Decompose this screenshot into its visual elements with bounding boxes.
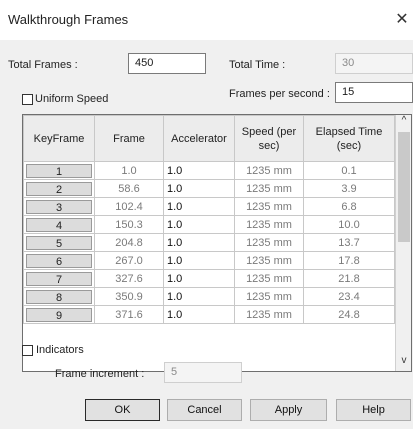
scroll-up-icon[interactable]: ^	[396, 115, 411, 131]
ok-button[interactable]: OK	[85, 399, 160, 421]
keyframe-number: 2	[26, 181, 92, 196]
keyframe-number: 6	[26, 253, 92, 268]
indicators-label[interactable]: Indicators	[36, 344, 84, 356]
frame-cell: 267.0	[94, 251, 164, 270]
speed-cell: 1235 mm	[234, 233, 304, 252]
keyframe-cell[interactable]: 2	[23, 179, 95, 198]
accelerator-cell[interactable]: 1.0	[163, 197, 235, 216]
table-row: 9 371.6 1.0 1235 mm 24.8	[23, 305, 395, 324]
elapsed-time-cell: 6.8	[303, 197, 395, 216]
keyframes-table: KeyFrame Frame Accelerator Speed (per se…	[22, 114, 412, 372]
keyframes-grid: KeyFrame Frame Accelerator Speed (per se…	[23, 115, 395, 324]
elapsed-time-cell: 13.7	[303, 233, 395, 252]
speed-cell: 1235 mm	[234, 161, 304, 180]
keyframe-number: 4	[26, 217, 92, 232]
table-row: 2 58.6 1.0 1235 mm 3.9	[23, 179, 395, 198]
keyframe-number: 1	[26, 163, 92, 178]
table-row: 1 1.0 1.0 1235 mm 0.1	[23, 161, 395, 180]
speed-cell: 1235 mm	[234, 251, 304, 270]
frame-cell: 150.3	[94, 215, 164, 234]
frame-cell: 102.4	[94, 197, 164, 216]
accelerator-cell[interactable]: 1.0	[163, 179, 235, 198]
total-frames-label: Total Frames :	[8, 59, 78, 71]
frame-cell: 1.0	[94, 161, 164, 180]
keyframe-cell[interactable]: 6	[23, 251, 95, 270]
frame-cell: 327.6	[94, 269, 164, 288]
table-row: 8 350.9 1.0 1235 mm 23.4	[23, 287, 395, 306]
frame-cell: 204.8	[94, 233, 164, 252]
title-bar: Walkthrough Frames ✕	[0, 0, 413, 40]
total-time-label: Total Time :	[229, 59, 286, 71]
keyframe-number: 5	[26, 235, 92, 250]
elapsed-time-cell: 10.0	[303, 215, 395, 234]
keyframe-cell[interactable]: 8	[23, 287, 95, 306]
keyframe-number: 9	[26, 307, 92, 322]
elapsed-time-cell: 23.4	[303, 287, 395, 306]
keyframe-cell[interactable]: 3	[23, 197, 95, 216]
keyframe-number: 7	[26, 271, 92, 286]
elapsed-time-cell: 17.8	[303, 251, 395, 270]
keyframe-cell[interactable]: 5	[23, 233, 95, 252]
speed-cell: 1235 mm	[234, 197, 304, 216]
close-icon[interactable]: ✕	[395, 9, 409, 29]
accelerator-cell[interactable]: 1.0	[163, 269, 235, 288]
col-header-elapsed-time[interactable]: Elapsed Time (sec)	[303, 115, 395, 162]
scroll-thumb[interactable]	[398, 132, 410, 242]
elapsed-time-cell: 21.8	[303, 269, 395, 288]
uniform-speed-label[interactable]: Uniform Speed	[35, 93, 108, 105]
elapsed-time-cell: 24.8	[303, 305, 395, 324]
fps-input[interactable]: 15	[335, 82, 413, 103]
cancel-button[interactable]: Cancel	[167, 399, 242, 421]
keyframe-number: 3	[26, 199, 92, 214]
col-header-frame[interactable]: Frame	[94, 115, 164, 162]
total-frames-input[interactable]: 450	[128, 53, 206, 74]
accelerator-cell[interactable]: 1.0	[163, 287, 235, 306]
keyframe-cell[interactable]: 9	[23, 305, 95, 324]
fps-label: Frames per second :	[229, 88, 330, 100]
table-header-row: KeyFrame Frame Accelerator Speed (per se…	[23, 115, 395, 162]
keyframe-number: 8	[26, 289, 92, 304]
frame-increment-input: 5	[164, 362, 242, 383]
help-button[interactable]: Help	[336, 399, 411, 421]
speed-cell: 1235 mm	[234, 287, 304, 306]
table-row: 6 267.0 1.0 1235 mm 17.8	[23, 251, 395, 270]
uniform-speed-checkbox[interactable]	[22, 94, 33, 105]
table-row: 5 204.8 1.0 1235 mm 13.7	[23, 233, 395, 252]
frame-cell: 58.6	[94, 179, 164, 198]
table-row: 7 327.6 1.0 1235 mm 21.8	[23, 269, 395, 288]
speed-cell: 1235 mm	[234, 305, 304, 324]
elapsed-time-cell: 0.1	[303, 161, 395, 180]
keyframe-cell[interactable]: 4	[23, 215, 95, 234]
indicators-checkbox[interactable]	[22, 345, 33, 356]
table-row: 4 150.3 1.0 1235 mm 10.0	[23, 215, 395, 234]
table-row: 3 102.4 1.0 1235 mm 6.8	[23, 197, 395, 216]
accelerator-cell[interactable]: 1.0	[163, 305, 235, 324]
elapsed-time-cell: 3.9	[303, 179, 395, 198]
frame-cell: 371.6	[94, 305, 164, 324]
keyframe-cell[interactable]: 7	[23, 269, 95, 288]
speed-cell: 1235 mm	[234, 179, 304, 198]
accelerator-cell[interactable]: 1.0	[163, 215, 235, 234]
window-title: Walkthrough Frames	[8, 12, 129, 27]
frame-cell: 350.9	[94, 287, 164, 306]
col-header-keyframe[interactable]: KeyFrame	[23, 115, 95, 162]
total-time-input: 30	[335, 53, 413, 74]
accelerator-cell[interactable]: 1.0	[163, 251, 235, 270]
dialog-body: Total Frames : 450 Total Time : 30 Unifo…	[0, 40, 413, 429]
col-header-accelerator[interactable]: Accelerator	[163, 115, 235, 162]
accelerator-cell[interactable]: 1.0	[163, 161, 235, 180]
scroll-down-icon[interactable]: v	[396, 355, 411, 371]
apply-button[interactable]: Apply	[250, 399, 327, 421]
keyframe-cell[interactable]: 1	[23, 161, 95, 180]
table-vertical-scrollbar[interactable]: ^ v	[395, 115, 411, 371]
col-header-speed[interactable]: Speed (per sec)	[234, 115, 304, 162]
speed-cell: 1235 mm	[234, 269, 304, 288]
speed-cell: 1235 mm	[234, 215, 304, 234]
accelerator-cell[interactable]: 1.0	[163, 233, 235, 252]
frame-increment-label: Frame increment :	[55, 368, 145, 380]
